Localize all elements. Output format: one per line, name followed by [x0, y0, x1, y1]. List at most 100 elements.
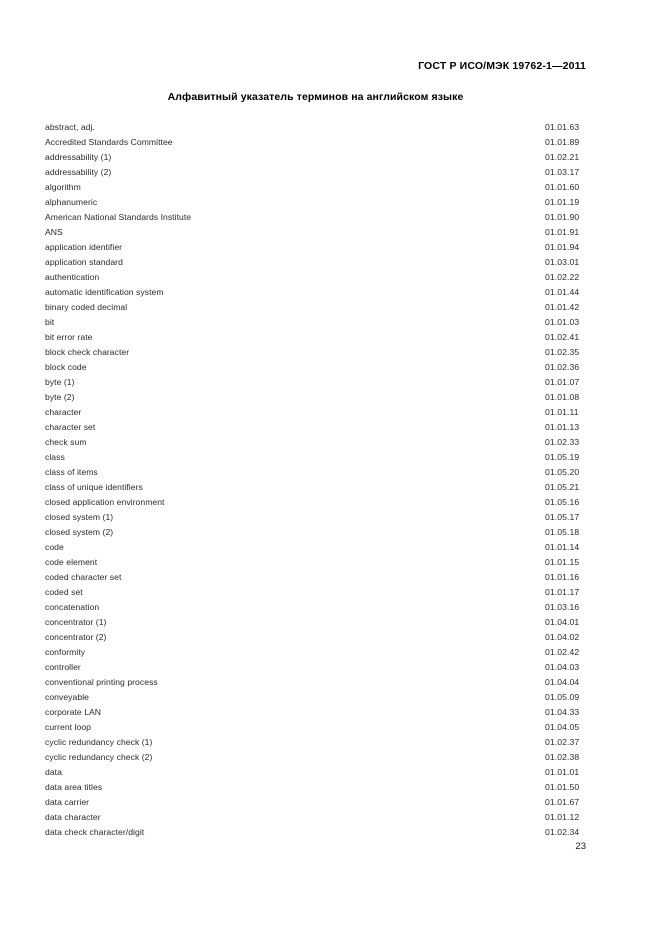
index-entry-term: conveyable: [45, 692, 89, 702]
index-entry-code: 01.02.37: [545, 737, 580, 747]
index-entry-term: Accredited Standards Committee: [45, 137, 173, 147]
index-entry-code: 01.01.63: [545, 122, 580, 132]
index-entry-term: coded character set: [45, 572, 122, 582]
index-entry-code: 01.01.67: [545, 797, 580, 807]
index-entry: cyclic redundancy check (2) 01.02.38: [45, 750, 586, 765]
index-entry: current loop 01.04.05: [45, 720, 586, 735]
index-entry-term: class of items: [45, 467, 98, 477]
index-entry: application identifier 01.01.94: [45, 240, 586, 255]
index-entry-code: 01.03.17: [545, 167, 580, 177]
index-entry-code: 01.05.21: [545, 482, 580, 492]
index-entry-term: block code: [45, 362, 87, 372]
index-entry-term: conformity: [45, 647, 86, 657]
index-entry-code: 01.05.09: [545, 692, 580, 702]
index-entry-term: class of unique identifiers: [45, 482, 143, 492]
index-entry-term: byte (1): [45, 377, 75, 387]
index-entry-code: 01.01.12: [545, 812, 580, 822]
index-entry-code: 01.04.05: [545, 722, 580, 732]
index-entry-code: 01.01.89: [545, 137, 580, 147]
index-entry-code: 01.01.17: [545, 587, 580, 597]
index-entry: controller 01.04.03: [45, 660, 586, 675]
index-entry-code: 01.02.36: [545, 362, 580, 372]
index-entry: corporate LAN 01.04.33: [45, 705, 586, 720]
index-entry: data 01.01.01: [45, 765, 586, 780]
index-entry: closed application environment 01.05.16: [45, 495, 586, 510]
index-entry-term: check sum: [45, 437, 87, 447]
index-entry-code: 01.01.14: [545, 542, 580, 552]
index-entry: character set 01.01.13: [45, 420, 586, 435]
index-entry-term: closed application environment: [45, 497, 165, 507]
index-entry-code: 01.01.11: [545, 407, 579, 417]
index-entry-code: 01.01.07: [545, 377, 580, 387]
index-entry: conveyable 01.05.09: [45, 690, 586, 705]
alphabetical-index-list: abstract, adj. 01.01.63 Accredited Standar…: [45, 120, 586, 840]
index-entry-code: 01.01.44: [545, 287, 580, 297]
index-entry-term: bit: [45, 317, 55, 327]
index-entry-code: 01.03.01: [545, 257, 580, 267]
index-entry: alphanumeric 01.01.19: [45, 195, 586, 210]
index-entry: byte (1) 01.01.07: [45, 375, 586, 390]
index-entry: class 01.05.19: [45, 450, 586, 465]
index-entry-code: 01.02.21: [545, 152, 580, 162]
index-entry-code: 01.01.03: [545, 317, 580, 327]
index-entry: binary coded decimal 01.01.42: [45, 300, 586, 315]
index-entry-code: 01.01.60: [545, 182, 580, 192]
index-entry: cyclic redundancy check (1) 01.02.37: [45, 735, 586, 750]
index-entry: addressability (2) 01.03.17: [45, 165, 586, 180]
index-entry-term: coded set: [45, 587, 83, 597]
index-entry: American National Standards Institute 01.…: [45, 210, 586, 225]
index-entry: conventional printing process 01.04.04: [45, 675, 586, 690]
index-entry-code: 01.04.01: [545, 617, 580, 627]
index-entry-code: 01.05.18: [545, 527, 580, 537]
running-header: ГОСТ Р ИСО/МЭК 19762-1—2011: [418, 60, 586, 72]
index-entry-code: 01.04.33: [545, 707, 580, 717]
index-entry-term: binary coded decimal: [45, 302, 128, 312]
index-entry-term: data carrier: [45, 797, 90, 807]
index-entry: concentrator (1) 01.04.01: [45, 615, 586, 630]
index-entry: class of items 01.05.20: [45, 465, 586, 480]
index-entry: abstract, adj. 01.01.63: [45, 120, 586, 135]
index-entry-term: code: [45, 542, 64, 552]
index-entry-term: character: [45, 407, 82, 417]
index-entry: data area titles 01.01.50: [45, 780, 586, 795]
index-entry-code: 01.05.16: [545, 497, 580, 507]
index-entry-code: 01.05.17: [545, 512, 580, 522]
index-entry: data carrier 01.01.67: [45, 795, 586, 810]
index-entry: coded character set 01.01.16: [45, 570, 586, 585]
index-entry-term: concentrator (2): [45, 632, 107, 642]
index-entry-code: 01.03.16: [545, 602, 580, 612]
index-entry-term: closed system (1): [45, 512, 114, 522]
index-entry: algorithm 01.01.60: [45, 180, 586, 195]
index-entry-term: data check character/digit: [45, 827, 145, 837]
index-entry-term: authentication: [45, 272, 100, 282]
index-entry-term: algorithm: [45, 182, 81, 192]
index-entry: code 01.01.14: [45, 540, 586, 555]
index-entry-code: 01.01.13: [545, 422, 580, 432]
index-entry-code: 01.01.08: [545, 392, 580, 402]
index-entry-term: character set: [45, 422, 96, 432]
index-entry: data check character/digit 01.02.34: [45, 825, 586, 840]
index-entry-term: cyclic redundancy check (1): [45, 737, 153, 747]
index-entry: Accredited Standards Committee 01.01.89: [45, 135, 586, 150]
index-entry-term: current loop: [45, 722, 91, 732]
index-entry: data character 01.01.12: [45, 810, 586, 825]
index-entry-term: addressability (1): [45, 152, 112, 162]
index-entry-code: 01.04.03: [545, 662, 580, 672]
index-entry-code: 01.01.42: [545, 302, 580, 312]
index-entry-term: data character: [45, 812, 101, 822]
index-entry: conformity 01.02.42: [45, 645, 586, 660]
index-entry-term: block check character: [45, 347, 130, 357]
index-entry-term: abstract, adj.: [45, 122, 95, 132]
index-entry: application standard 01.03.01: [45, 255, 586, 270]
index-entry: closed system (1) 01.05.17: [45, 510, 586, 525]
document-page: ГОСТ Р ИСО/МЭК 19762-1—2011 Алфавитный у…: [0, 0, 661, 936]
index-entry: concatenation 01.03.16: [45, 600, 586, 615]
index-entry-term: concentrator (1): [45, 617, 107, 627]
index-entry: character 01.01.11: [45, 405, 586, 420]
index-entry-term: concatenation: [45, 602, 100, 612]
index-entry-code: 01.02.35: [545, 347, 580, 357]
index-entry-term: conventional printing process: [45, 677, 158, 687]
index-entry-term: application identifier: [45, 242, 123, 252]
index-entry-term: application standard: [45, 257, 123, 267]
index-entry-term: corporate LAN: [45, 707, 102, 717]
